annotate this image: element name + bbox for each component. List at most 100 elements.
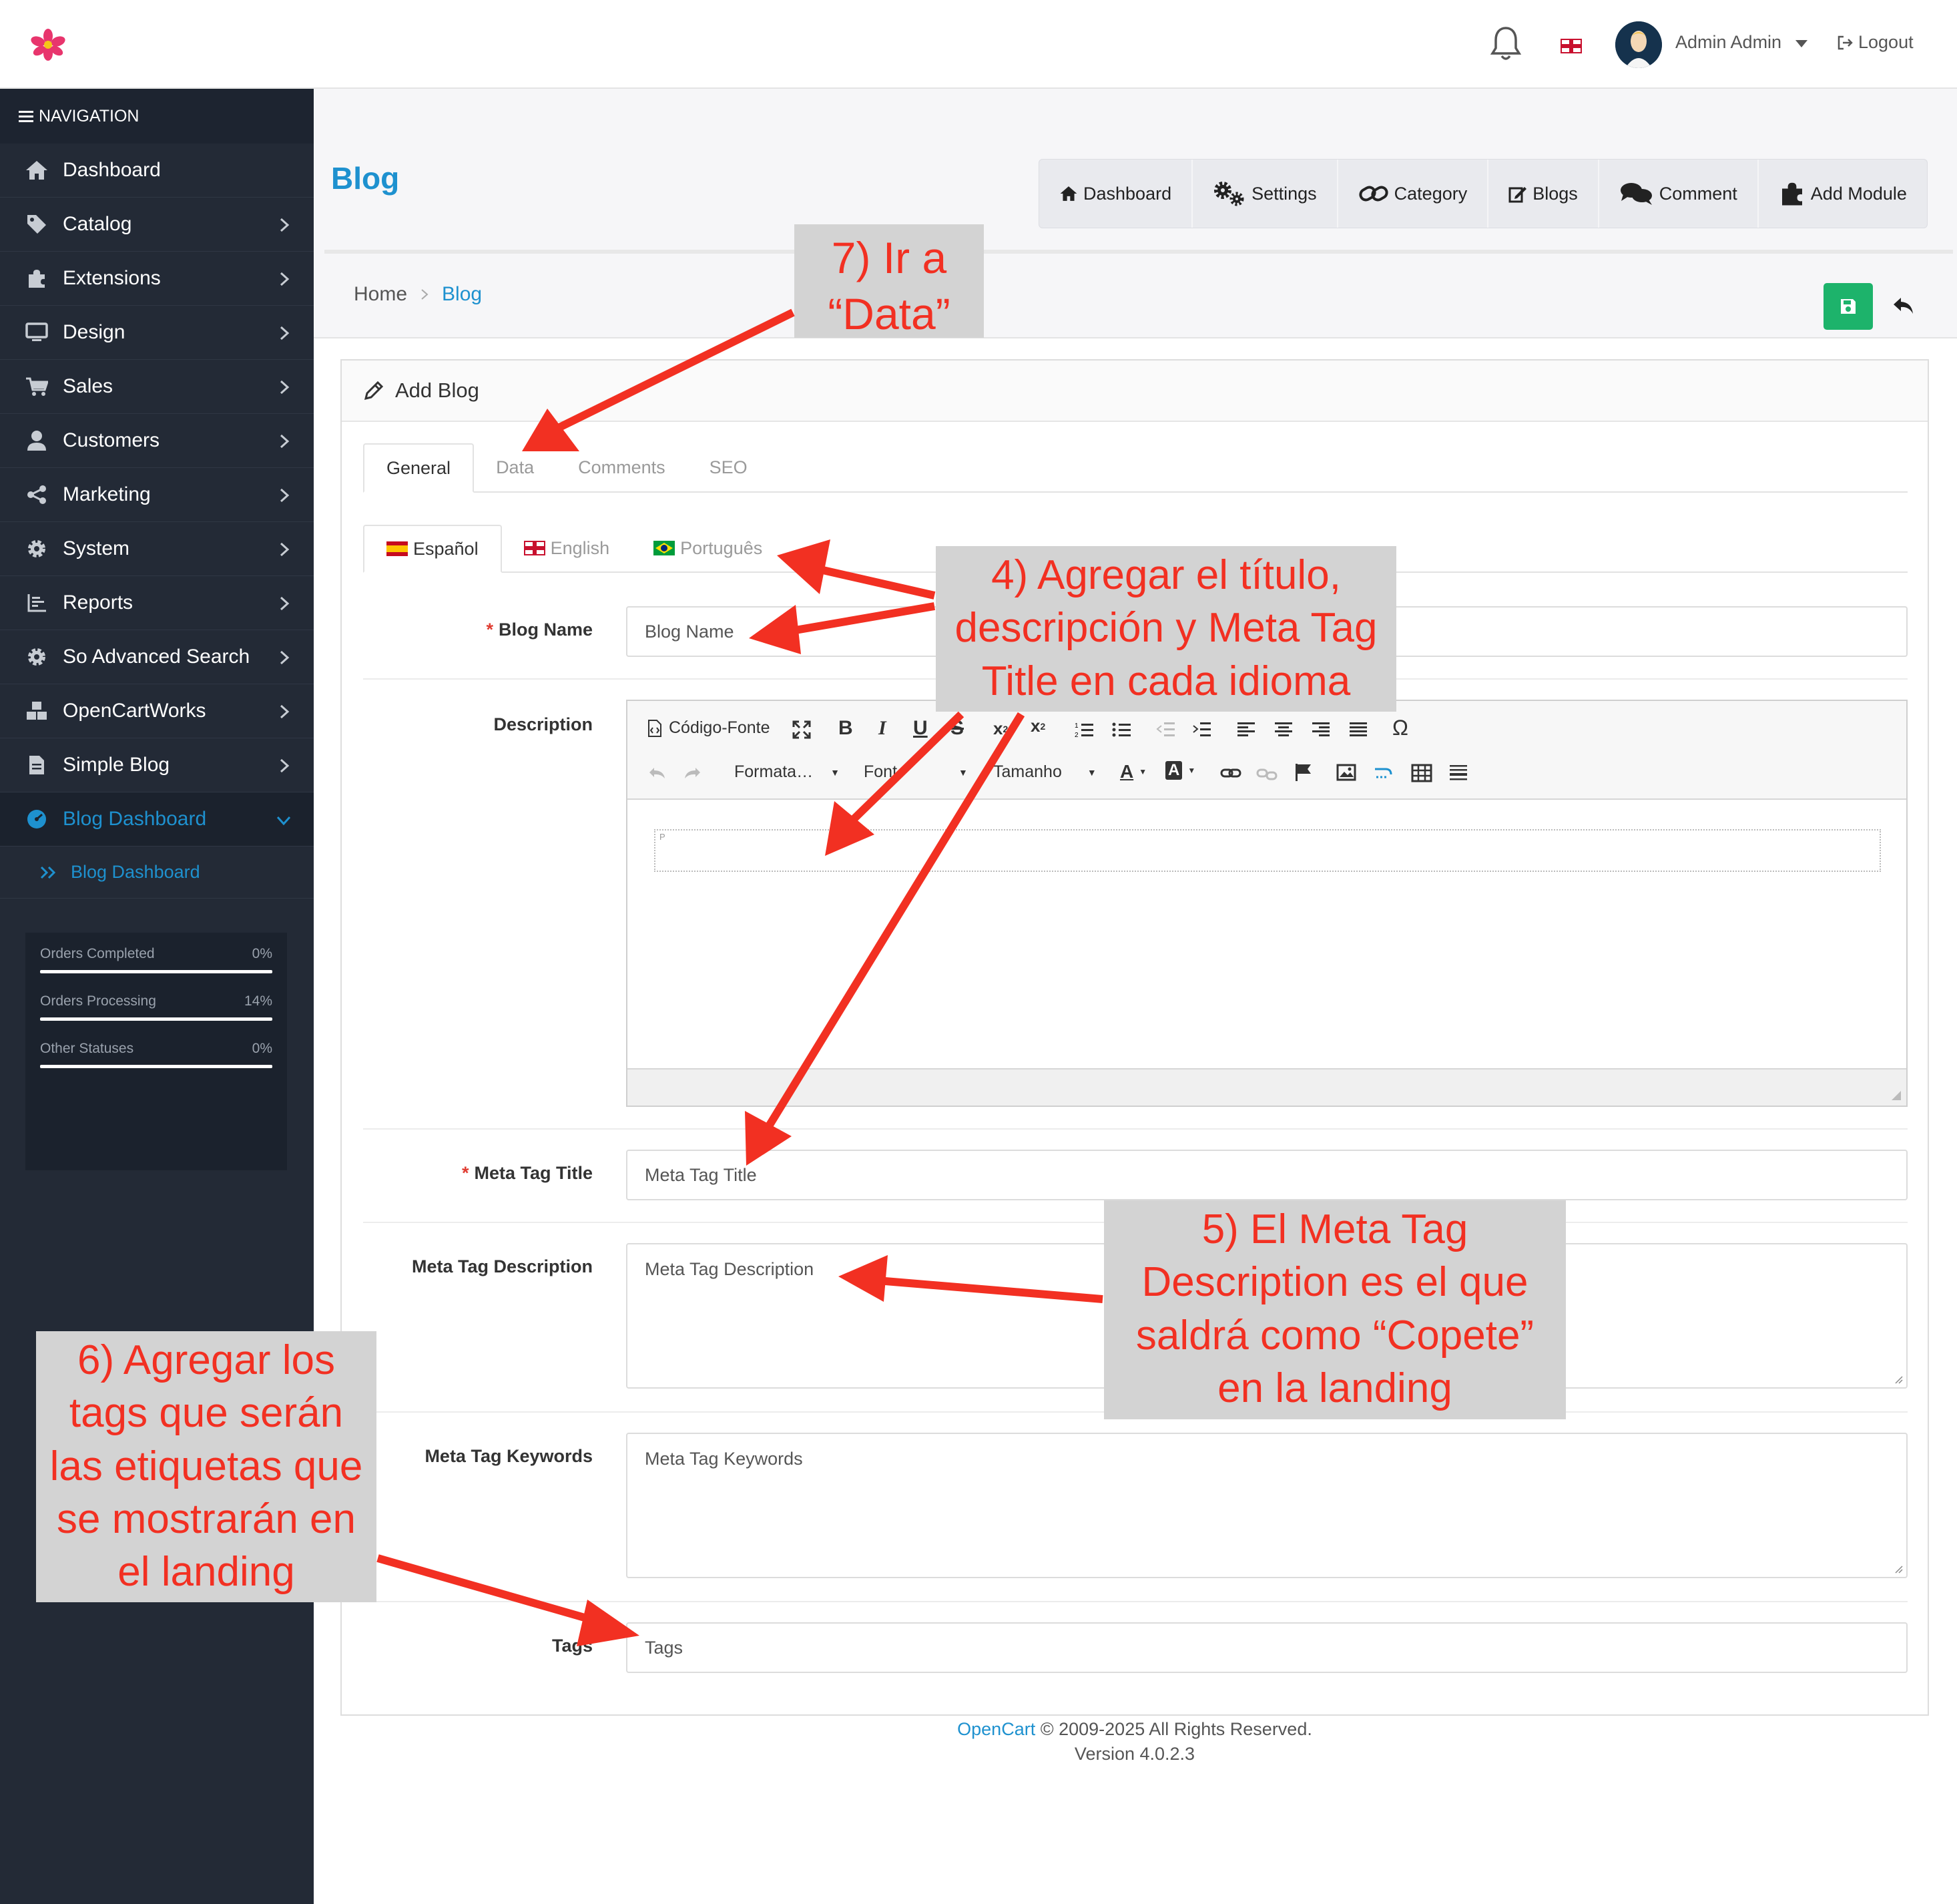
indent-icon[interactable] xyxy=(1192,721,1212,738)
opencart-logo-icon[interactable] xyxy=(25,28,71,61)
format-label: Formata… xyxy=(734,762,814,781)
bold-button[interactable]: B xyxy=(838,717,853,740)
annotation-line: 6) Agregar los xyxy=(77,1337,335,1383)
text-color-button[interactable]: A ▼ xyxy=(1120,761,1147,782)
background-color-button[interactable]: A ▼ xyxy=(1165,761,1195,780)
meta-keywords-textarea[interactable]: Meta Tag Keywords xyxy=(626,1433,1908,1578)
tab-seo[interactable]: SEO xyxy=(687,443,770,491)
main-tabs: General Data Comments SEO xyxy=(363,443,1908,493)
meta-title-input[interactable]: Meta Tag Title xyxy=(626,1150,1908,1200)
unlink-icon[interactable] xyxy=(1256,766,1278,782)
sidebar-item-system[interactable]: System xyxy=(0,522,314,576)
user-name[interactable]: Admin Admin xyxy=(1675,32,1781,53)
caret-down-icon: ▼ xyxy=(958,766,968,778)
uk-flag-icon[interactable] xyxy=(1561,39,1582,53)
sidebar-item-opencartworks[interactable]: OpenCartWorks xyxy=(0,684,314,738)
horizontal-rule-icon[interactable] xyxy=(1450,764,1468,784)
chevron-right-icon xyxy=(280,488,290,503)
subscript-button[interactable]: x2 xyxy=(993,718,1008,739)
monitor-icon xyxy=(24,321,49,344)
opencart-link[interactable]: OpenCart xyxy=(957,1719,1035,1739)
underline-button[interactable]: U xyxy=(913,717,928,740)
toolbar-dashboard-button[interactable]: Dashboard xyxy=(1039,160,1193,228)
align-center-icon[interactable] xyxy=(1275,721,1294,738)
sidebar-item-customers[interactable]: Customers xyxy=(0,414,314,468)
tab-data[interactable]: Data xyxy=(474,443,556,491)
back-reply-icon[interactable] xyxy=(1892,294,1916,318)
format-dropdown[interactable]: Formata… ▼ xyxy=(734,762,840,782)
caret-down-icon[interactable] xyxy=(1795,40,1807,48)
order-stats-panel: Orders Completed 0% Orders Processing 14% … xyxy=(25,933,287,1170)
align-justify-icon[interactable] xyxy=(1350,721,1368,738)
annotation-line: saldrá como “Copete” xyxy=(1135,1312,1534,1359)
breadcrumb-home[interactable]: Home xyxy=(354,283,407,306)
superscript-button[interactable]: x2 xyxy=(1031,716,1045,736)
special-character-button[interactable]: Ω xyxy=(1392,716,1408,740)
link-icon[interactable] xyxy=(1220,766,1241,780)
blog-name-label: * Blog Name xyxy=(486,620,593,640)
tab-language-espanol[interactable]: Español xyxy=(363,525,502,573)
toolbar-blogs-button[interactable]: Blogs xyxy=(1488,160,1599,228)
toolbar-add-module-button[interactable]: Add Module xyxy=(1759,160,1927,228)
dashboard-icon xyxy=(24,808,49,830)
meta-description-label: Meta Tag Description xyxy=(411,1256,593,1276)
chevron-right-icon xyxy=(280,704,290,719)
align-left-icon[interactable] xyxy=(1237,721,1256,738)
toolbar-comment-button[interactable]: Comment xyxy=(1599,160,1759,228)
font-dropdown[interactable]: Font ▼ xyxy=(864,762,968,782)
sidebar-item-reports[interactable]: Reports xyxy=(0,576,314,630)
tab-comments[interactable]: Comments xyxy=(556,443,687,491)
sidebar-item-catalog[interactable]: Catalog xyxy=(0,198,314,252)
toolbar-category-button[interactable]: Category xyxy=(1338,160,1489,228)
description-rich-text-editor[interactable]: Código-Fonte B I U S x2 x2 12 Ω Formata…… xyxy=(626,700,1908,1107)
redo-icon[interactable] xyxy=(682,765,702,781)
resize-handle-icon[interactable] xyxy=(1893,1374,1904,1385)
save-button[interactable] xyxy=(1824,283,1873,330)
sidebar-item-dashboard[interactable]: Dashboard xyxy=(0,144,314,198)
tab-general[interactable]: General xyxy=(363,443,475,493)
size-dropdown[interactable]: Tamanho ▼ xyxy=(993,762,1097,782)
anchor-flag-icon[interactable] xyxy=(1294,762,1312,782)
notification-bell-icon[interactable] xyxy=(1490,25,1522,63)
annotation-line: 7) Ir a xyxy=(831,233,947,282)
tags-input[interactable]: Tags xyxy=(626,1622,1908,1673)
tab-language-english[interactable]: English xyxy=(502,525,632,571)
ordered-list-icon[interactable]: 12 xyxy=(1075,721,1095,738)
tab-language-portugues[interactable]: Português xyxy=(631,525,784,571)
strikethrough-button[interactable]: S xyxy=(950,717,964,740)
align-right-icon[interactable] xyxy=(1312,721,1331,738)
sidebar-item-so-advanced-search[interactable]: So Advanced Search xyxy=(0,630,314,684)
embed-icon[interactable] xyxy=(1374,765,1394,781)
editor-toolbar: Código-Fonte B I U S x2 x2 12 Ω Formata…… xyxy=(627,701,1906,800)
sidebar-item-sales[interactable]: Sales xyxy=(0,360,314,414)
italic-button[interactable]: I xyxy=(878,717,886,740)
editor-body[interactable]: P xyxy=(654,829,1881,872)
sidebar-item-blog-dashboard[interactable]: Blog Dashboard xyxy=(0,792,314,847)
sidebar-item-simple-blog[interactable]: Simple Blog xyxy=(0,738,314,792)
logout-button[interactable]: Logout xyxy=(1837,32,1914,53)
table-icon[interactable] xyxy=(1411,764,1432,782)
chevron-right-icon xyxy=(280,434,290,449)
undo-icon[interactable] xyxy=(647,765,667,781)
navigation-header[interactable]: NAVIGATION xyxy=(0,89,314,144)
sidebar-item-marketing[interactable]: Marketing xyxy=(0,468,314,522)
sidebar-item-design[interactable]: Design xyxy=(0,306,314,360)
breadcrumb-blog[interactable]: Blog xyxy=(442,283,482,306)
stat-value: 14% xyxy=(244,993,272,1009)
maximize-icon[interactable] xyxy=(792,720,812,740)
outdent-icon[interactable] xyxy=(1156,721,1176,738)
resize-handle-icon[interactable] xyxy=(1889,1088,1902,1102)
divider xyxy=(363,1601,1908,1602)
source-code-button[interactable]: Código-Fonte xyxy=(647,718,770,738)
tab-label: General xyxy=(386,457,451,478)
input-placeholder: Meta Tag Keywords xyxy=(645,1449,803,1469)
avatar[interactable] xyxy=(1615,21,1662,68)
toolbar-settings-button[interactable]: Settings xyxy=(1193,160,1338,228)
image-icon[interactable] xyxy=(1336,764,1356,781)
bullet-list-icon[interactable] xyxy=(1112,721,1132,738)
chevron-right-icon xyxy=(280,218,290,232)
resize-handle-icon[interactable] xyxy=(1893,1564,1904,1574)
button-label: Add Module xyxy=(1810,183,1907,204)
sidebar-subitem-blog-dashboard[interactable]: Blog Dashboard xyxy=(0,847,314,899)
sidebar-item-extensions[interactable]: Extensions xyxy=(0,252,314,306)
